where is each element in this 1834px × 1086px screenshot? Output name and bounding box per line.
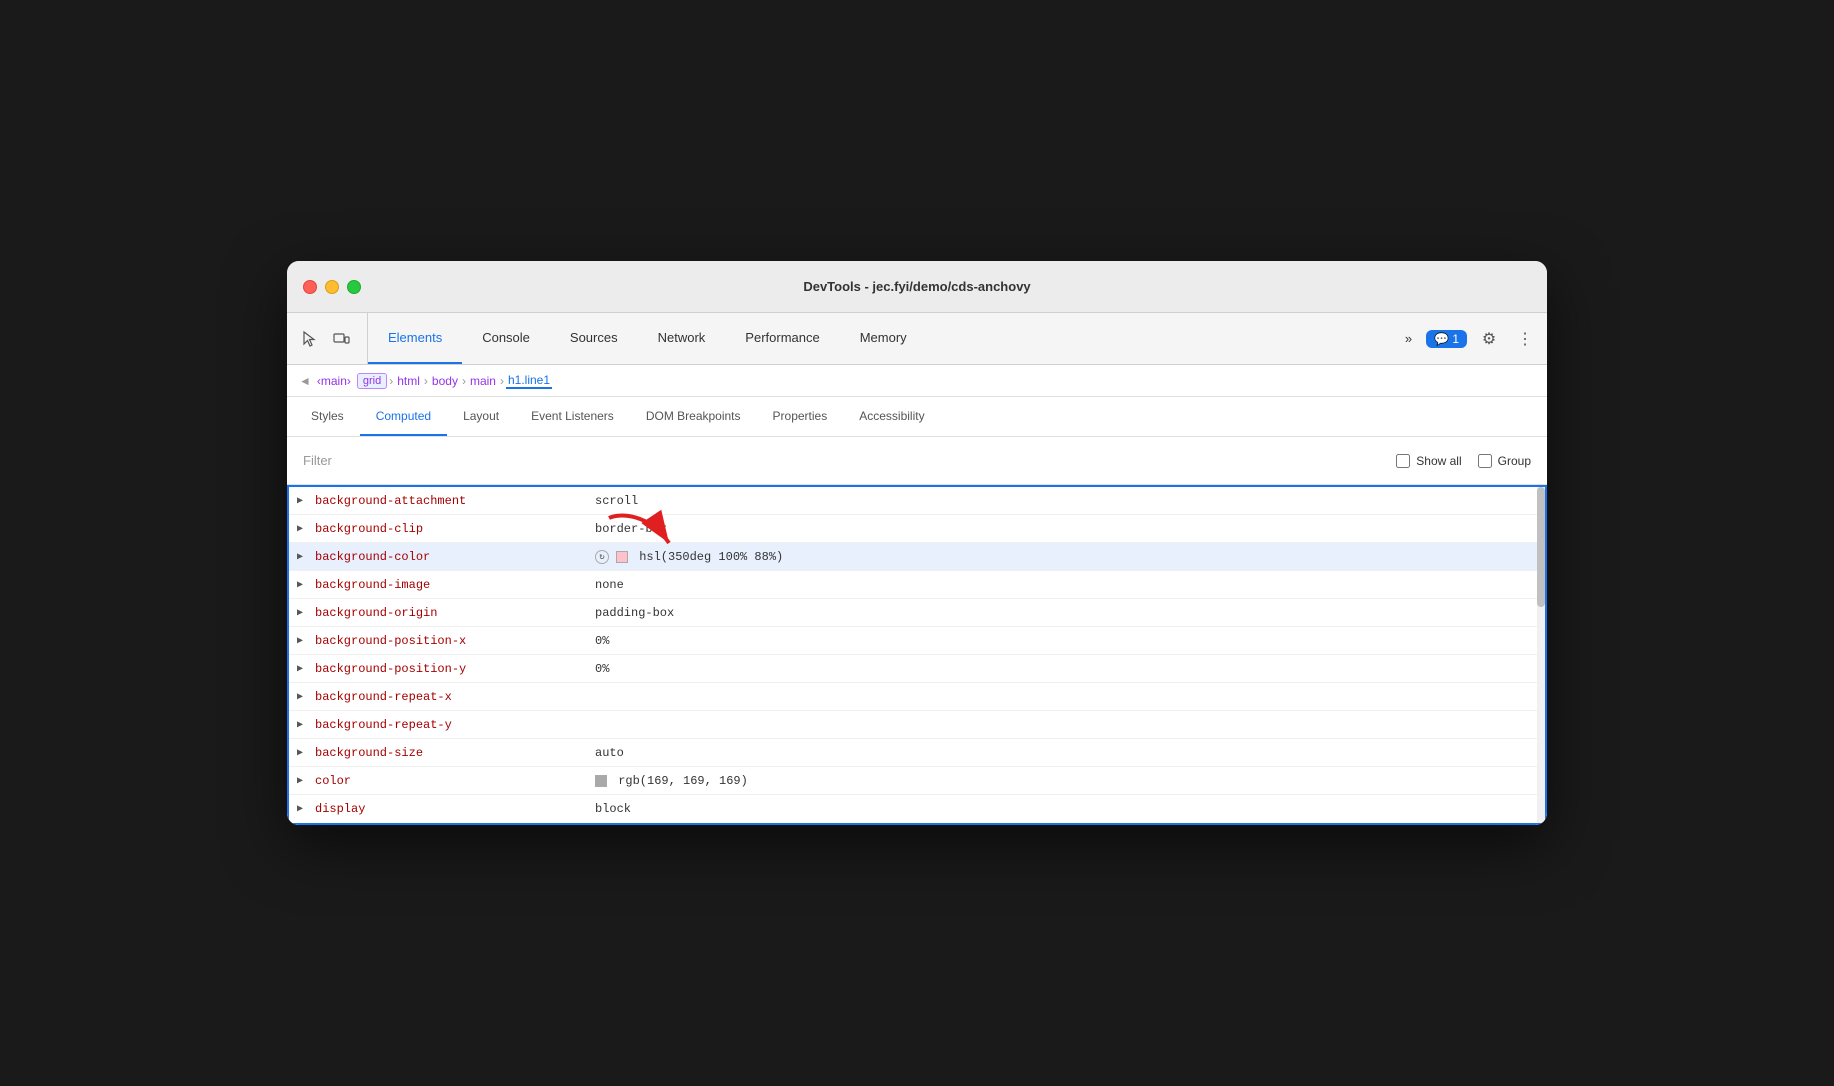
properties-panel: ▶ background-attachment scroll ▶ backgro… xyxy=(287,485,1547,825)
prop-name-background-clip: background-clip xyxy=(315,522,595,536)
prop-value-background-position-y: 0% xyxy=(595,662,609,676)
subtab-layout[interactable]: Layout xyxy=(447,397,515,436)
prop-value-background-color: ↻ hsl(350deg 100% 88%) xyxy=(595,550,783,564)
subtab-accessibility[interactable]: Accessibility xyxy=(843,397,940,436)
prop-name-background-position-y: background-position-y xyxy=(315,662,595,676)
more-options-icon[interactable]: ⋮ xyxy=(1511,325,1539,353)
breadcrumb-body[interactable]: body xyxy=(430,374,460,388)
devtools-window: DevTools - jec.fyi/demo/cds-anchovy Elem… xyxy=(287,261,1547,825)
filter-input[interactable] xyxy=(303,453,1396,468)
prop-name-background-image: background-image xyxy=(315,578,595,592)
tabbar-tools xyxy=(295,313,368,364)
scrollbar[interactable] xyxy=(1537,487,1545,823)
settings-icon[interactable]: ⚙ xyxy=(1475,325,1503,353)
filter-options: Show all Group xyxy=(1396,454,1531,468)
breadcrumb-main[interactable]: main xyxy=(468,374,498,388)
expand-icon[interactable]: ▶ xyxy=(297,663,309,675)
prop-row-background-position-y[interactable]: ▶ background-position-y 0% xyxy=(289,655,1545,683)
prop-name-background-repeat-y: background-repeat-y xyxy=(315,718,595,732)
prop-name-background-position-x: background-position-x xyxy=(315,634,595,648)
subtab-event-listeners[interactable]: Event Listeners xyxy=(515,397,630,436)
prop-value-background-attachment: scroll xyxy=(595,494,638,508)
subtab-properties[interactable]: Properties xyxy=(757,397,844,436)
subtabbar: Styles Computed Layout Event Listeners D… xyxy=(287,397,1547,437)
prop-row-background-clip[interactable]: ▶ background-clip border-box xyxy=(289,515,1545,543)
inherit-circle-icon: ↻ xyxy=(595,550,609,564)
scrollbar-thumb[interactable] xyxy=(1537,487,1545,607)
prop-value-background-clip: border-box xyxy=(595,522,667,536)
breadcrumb-main-tag: ‹main› xyxy=(315,374,353,388)
group-checkbox[interactable] xyxy=(1478,454,1492,468)
prop-row-background-image[interactable]: ▶ background-image none xyxy=(289,571,1545,599)
prop-value-color: rgb(169, 169, 169) xyxy=(595,774,748,788)
expand-icon[interactable]: ▶ xyxy=(297,635,309,647)
expand-icon[interactable]: ▶ xyxy=(297,747,309,759)
minimize-button[interactable] xyxy=(325,280,339,294)
tab-elements[interactable]: Elements xyxy=(368,313,462,364)
subtab-computed[interactable]: Computed xyxy=(360,397,447,436)
breadcrumb: ◄ ‹main› grid › html › body › main › h1.… xyxy=(287,365,1547,397)
prop-row-color[interactable]: ▶ color rgb(169, 169, 169) xyxy=(289,767,1545,795)
prop-name-background-origin: background-origin xyxy=(315,606,595,620)
main-tabbar: Elements Console Sources Network Perform… xyxy=(287,313,1547,365)
prop-row-background-repeat-y[interactable]: ▶ background-repeat-y xyxy=(289,711,1545,739)
prop-row-background-size[interactable]: ▶ background-size auto xyxy=(289,739,1545,767)
group-label[interactable]: Group xyxy=(1478,454,1531,468)
tab-performance[interactable]: Performance xyxy=(725,313,839,364)
maximize-button[interactable] xyxy=(347,280,361,294)
tab-console[interactable]: Console xyxy=(462,313,550,364)
prop-row-display[interactable]: ▶ display block xyxy=(289,795,1545,823)
prop-row-background-position-x[interactable]: ▶ background-position-x 0% xyxy=(289,627,1545,655)
breadcrumb-html[interactable]: html xyxy=(395,374,422,388)
expand-icon[interactable]: ▶ xyxy=(297,551,309,563)
tab-sources[interactable]: Sources xyxy=(550,313,638,364)
prop-row-background-color[interactable]: ▶ background-color ↻ hsl(350deg 100% 88%… xyxy=(289,543,1545,571)
prop-row-background-origin[interactable]: ▶ background-origin padding-box xyxy=(289,599,1545,627)
expand-icon[interactable]: ▶ xyxy=(297,691,309,703)
tabbar-right: » 💬 1 ⚙ ⋮ xyxy=(1391,313,1539,364)
prop-name-background-attachment: background-attachment xyxy=(315,494,595,508)
subtab-styles[interactable]: Styles xyxy=(295,397,360,436)
prop-value-background-position-x: 0% xyxy=(595,634,609,648)
tabs-container: Elements Console Sources Network Perform… xyxy=(368,313,1391,364)
prop-name-background-color: background-color xyxy=(315,550,595,564)
expand-icon[interactable]: ▶ xyxy=(297,803,309,815)
grid-badge: grid xyxy=(357,373,387,389)
show-all-checkbox[interactable] xyxy=(1396,454,1410,468)
traffic-lights xyxy=(303,280,361,294)
prop-row-background-attachment[interactable]: ▶ background-attachment scroll xyxy=(289,487,1545,515)
device-toggle-icon[interactable] xyxy=(327,325,355,353)
prop-value-background-origin: padding-box xyxy=(595,606,674,620)
prop-name-display: display xyxy=(315,802,595,816)
tab-memory[interactable]: Memory xyxy=(840,313,927,364)
expand-icon[interactable]: ▶ xyxy=(297,607,309,619)
expand-icon[interactable]: ▶ xyxy=(297,775,309,787)
cursor-icon[interactable] xyxy=(295,325,323,353)
breadcrumb-h1[interactable]: h1.line1 xyxy=(506,373,552,389)
expand-icon[interactable]: ▶ xyxy=(297,719,309,731)
expand-icon[interactable]: ▶ xyxy=(297,523,309,535)
tab-network[interactable]: Network xyxy=(638,313,726,364)
filter-bar: Show all Group xyxy=(287,437,1547,485)
prop-value-background-size: auto xyxy=(595,746,624,760)
titlebar: DevTools - jec.fyi/demo/cds-anchovy xyxy=(287,261,1547,313)
close-button[interactable] xyxy=(303,280,317,294)
prop-name-background-repeat-x: background-repeat-x xyxy=(315,690,595,704)
window-title: DevTools - jec.fyi/demo/cds-anchovy xyxy=(803,279,1030,294)
more-tabs-button[interactable]: » xyxy=(1399,327,1418,350)
color-swatch-gray[interactable] xyxy=(595,775,607,787)
prop-name-color: color xyxy=(315,774,595,788)
expand-icon[interactable]: ▶ xyxy=(297,495,309,507)
prop-value-display: block xyxy=(595,802,631,816)
chat-badge[interactable]: 💬 1 xyxy=(1426,330,1467,348)
prop-row-background-repeat-x[interactable]: ▶ background-repeat-x xyxy=(289,683,1545,711)
expand-icon[interactable]: ▶ xyxy=(297,579,309,591)
show-all-label[interactable]: Show all xyxy=(1396,454,1461,468)
breadcrumb-arrow: ◄ xyxy=(299,374,311,388)
subtab-dom-breakpoints[interactable]: DOM Breakpoints xyxy=(630,397,757,436)
prop-value-background-image: none xyxy=(595,578,624,592)
prop-name-background-size: background-size xyxy=(315,746,595,760)
color-swatch-pink[interactable] xyxy=(616,551,628,563)
